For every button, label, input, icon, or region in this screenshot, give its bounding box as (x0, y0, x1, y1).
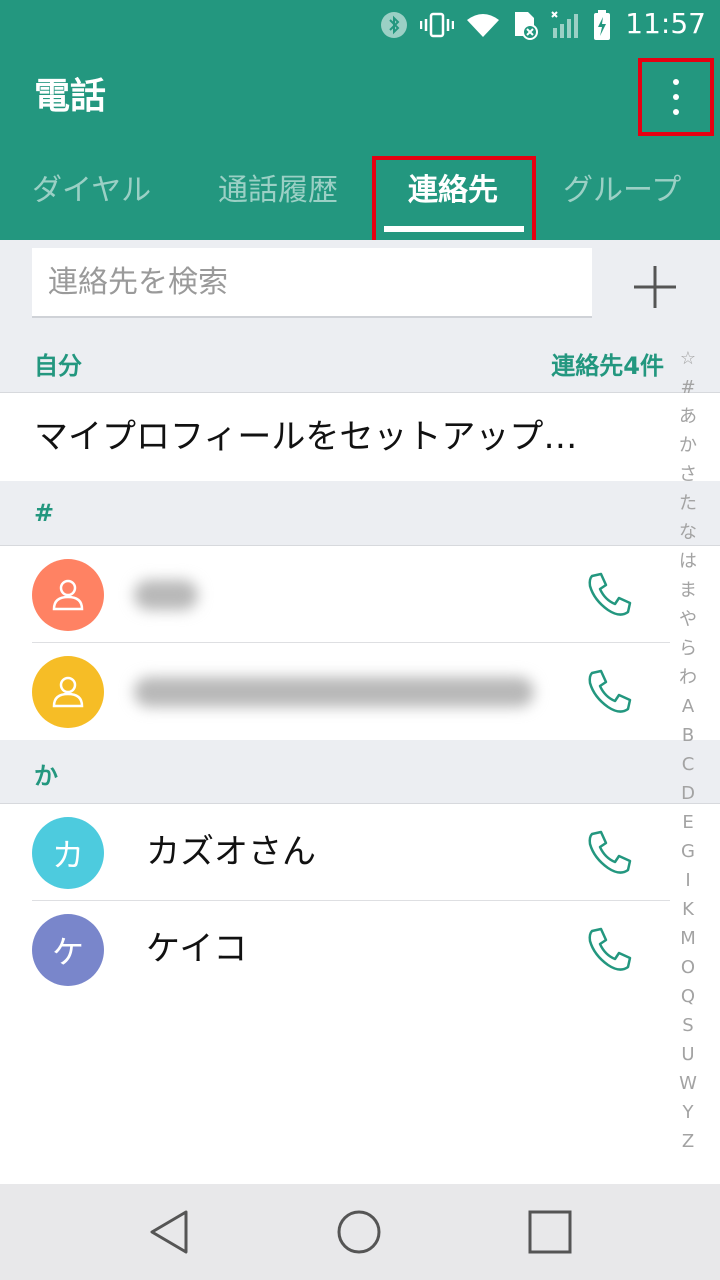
sd-card-icon (515, 12, 538, 40)
index-letter[interactable]: C (682, 750, 695, 779)
contact-row[interactable] (0, 546, 670, 643)
avatar (32, 656, 104, 728)
index-letter[interactable]: K (682, 895, 694, 924)
index-letter[interactable]: ☆ (680, 344, 696, 373)
index-letter[interactable]: は (679, 547, 697, 576)
status-time: 11:57 (625, 7, 706, 40)
avatar: カ (32, 817, 104, 889)
index-letter[interactable]: # (680, 373, 695, 402)
index-letter[interactable]: U (681, 1040, 694, 1069)
section-header-ka: か (0, 740, 720, 804)
status-bar: 11:57 (0, 0, 720, 50)
section-label-hash: # (34, 499, 55, 527)
app-bar: 11:57 電話 ダイヤル 通話履歴 連絡先 グループ (0, 0, 720, 254)
index-letter[interactable]: G (681, 837, 695, 866)
index-letter[interactable]: W (679, 1069, 697, 1098)
index-letter[interactable]: D (681, 779, 695, 808)
avatar (32, 559, 104, 631)
contact-name-blurred (134, 677, 534, 707)
call-icon[interactable] (584, 925, 634, 975)
index-letter[interactable]: B (682, 721, 694, 750)
index-letter[interactable]: E (682, 808, 693, 837)
search-bar: 連絡先を検索 (0, 240, 720, 330)
app-title: 電話 (34, 76, 107, 117)
person-icon (52, 676, 84, 708)
contact-name: カズオさん (146, 832, 316, 872)
overflow-menu-button[interactable] (638, 58, 714, 136)
contact-row[interactable] (0, 643, 670, 740)
section-label-self: 自分 (34, 352, 82, 380)
index-letter[interactable]: な (679, 518, 697, 547)
index-letter[interactable]: Z (682, 1127, 694, 1156)
contact-count: 連絡先4件 (551, 352, 664, 380)
call-icon[interactable] (584, 828, 634, 878)
index-letter[interactable]: ま (679, 576, 697, 605)
index-letter[interactable]: A (682, 692, 694, 721)
back-button[interactable] (146, 1208, 194, 1256)
index-letter[interactable]: Q (681, 982, 695, 1011)
call-icon[interactable] (584, 570, 634, 620)
tab-call-history[interactable]: 通話履歴 (218, 166, 338, 216)
setup-profile-item[interactable]: マイプロフィールをセットアップ… (0, 393, 680, 481)
contact-row[interactable]: カ カズオさん (0, 804, 670, 901)
index-letter[interactable]: た (679, 489, 697, 518)
home-button[interactable] (335, 1208, 383, 1256)
tab-dial[interactable]: ダイヤル (32, 166, 151, 216)
index-letter[interactable]: ら (679, 634, 697, 663)
contact-name-blurred (134, 580, 198, 610)
index-letter[interactable]: Y (683, 1098, 694, 1127)
person-icon (52, 579, 84, 611)
index-letter[interactable]: あ (679, 402, 697, 431)
index-letter[interactable]: I (685, 866, 690, 895)
index-letter[interactable]: O (681, 953, 695, 982)
recents-button[interactable] (526, 1208, 574, 1256)
avatar: ケ (32, 914, 104, 986)
index-letter[interactable]: S (682, 1011, 693, 1040)
contact-name: ケイコ (146, 929, 248, 969)
index-letter[interactable]: わ (679, 663, 697, 692)
tab-bar: ダイヤル 通話履歴 連絡先 グループ (0, 150, 720, 254)
signal-icon (551, 11, 578, 38)
index-letter[interactable]: さ (679, 460, 697, 489)
wifi-icon (467, 14, 499, 37)
battery-charging-icon (594, 10, 610, 40)
call-icon[interactable] (584, 667, 634, 717)
vibrate-icon (420, 12, 454, 38)
tab-groups[interactable]: グループ (563, 166, 681, 216)
index-letter[interactable]: か (679, 431, 697, 460)
add-contact-button[interactable] (630, 262, 680, 312)
search-input[interactable]: 連絡先を検索 (32, 248, 592, 318)
more-vert-icon (673, 79, 679, 85)
index-letter[interactable]: や (679, 605, 697, 634)
section-header-hash: # (0, 481, 720, 546)
section-header-self: 自分 連絡先4件 (0, 330, 720, 393)
index-scrollbar[interactable]: ☆ # あかさたなはまやらわ A B C D E G I K M O Q S U W Y Z (676, 344, 700, 1156)
contact-row[interactable]: ケ ケイコ (0, 901, 670, 998)
bluetooth-icon (381, 12, 407, 38)
section-label-ka: か (34, 762, 58, 790)
navigation-bar (0, 1184, 720, 1280)
index-letter[interactable]: M (680, 924, 696, 953)
